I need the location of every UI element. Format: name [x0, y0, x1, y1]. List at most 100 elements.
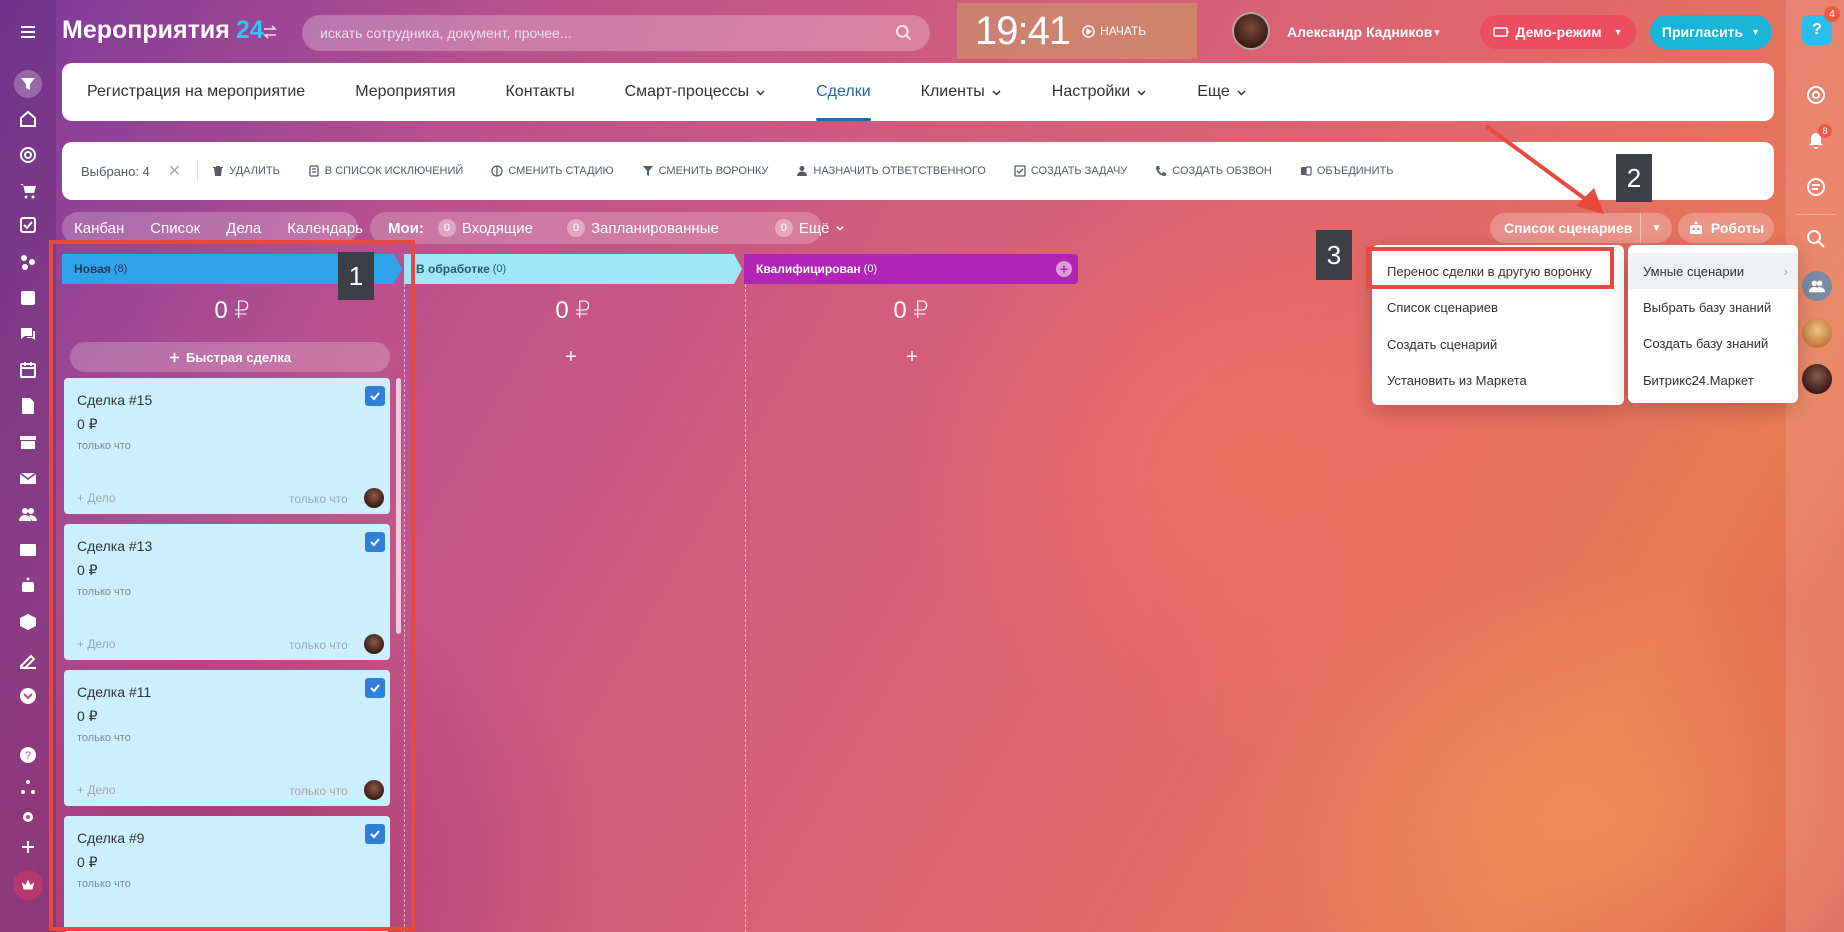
add-deal-plus-icon[interactable]: +: [897, 346, 927, 369]
robot-icon[interactable]: [16, 574, 40, 598]
menu-icon[interactable]: [16, 20, 40, 44]
home-icon[interactable]: [16, 107, 40, 131]
user-avatar[interactable]: [1232, 12, 1270, 50]
caret-down-icon: ▼: [1613, 27, 1623, 37]
action-label: СОЗДАТЬ ЗАДАЧУ: [1030, 165, 1128, 177]
users-icon[interactable]: [16, 502, 40, 526]
swap-icon[interactable]: [262, 24, 278, 40]
chat-icon[interactable]: [16, 322, 40, 346]
target-icon[interactable]: [16, 143, 40, 167]
tab-smart-processes[interactable]: Смарт-процессы: [625, 63, 767, 121]
exclusion-list-button[interactable]: В СПИСОК ИСКЛЮЧЕНИЙ: [308, 165, 463, 177]
add-icon[interactable]: [16, 835, 40, 859]
tab-label: Смарт-процессы: [624, 83, 750, 100]
counter-planned[interactable]: 0 Запланированные: [567, 219, 719, 237]
create-task-button[interactable]: СОЗДАТЬ ЗАДАЧУ: [1014, 165, 1127, 177]
scenarios-label[interactable]: Список сценариев: [1490, 220, 1640, 236]
work-day-clock[interactable]: 19:41 НАЧАТЬ: [957, 3, 1197, 59]
change-pipeline-button[interactable]: СМЕНИТЬ ВОРОНКУ: [642, 165, 769, 177]
annotation-badge-3: 3: [1316, 230, 1352, 280]
contact-avatar-2[interactable]: [1802, 364, 1832, 394]
action-label: СМЕНИТЬ ВОРОНКУ: [658, 165, 769, 177]
view-kanban[interactable]: Канбан: [74, 220, 124, 237]
menu-item-scenarios-list[interactable]: Список сценариев: [1372, 289, 1624, 325]
messages-icon[interactable]: [1805, 176, 1827, 198]
document-icon[interactable]: [16, 394, 40, 418]
contact-avatar-1[interactable]: [1802, 318, 1832, 348]
store-icon[interactable]: [16, 430, 40, 454]
add-deal-plus-icon[interactable]: +: [556, 346, 586, 369]
network-icon[interactable]: [16, 775, 40, 799]
robots-button[interactable]: Роботы: [1678, 213, 1774, 243]
more-down-icon[interactable]: [16, 684, 40, 708]
tasks-icon[interactable]: [16, 213, 40, 237]
tab-clients[interactable]: Клиенты: [921, 63, 1002, 121]
battery-icon: [1493, 27, 1510, 37]
view-activities[interactable]: Дела: [226, 220, 261, 237]
app-title-number: 24: [235, 16, 264, 44]
crown-icon[interactable]: [13, 870, 43, 900]
column-header-qualified[interactable]: Квалифицирован (0) +: [744, 254, 1078, 284]
change-stage-button[interactable]: СМЕНИТЬ СТАДИЮ: [491, 165, 614, 177]
search-bar[interactable]: [302, 15, 930, 51]
action-label: ОБЪЕДИНИТЬ: [1316, 165, 1394, 177]
counter-incoming[interactable]: 0 Входящие: [437, 219, 533, 237]
search-input[interactable]: [320, 25, 895, 41]
menu-item-create-knowledge-base[interactable]: Создать базу знаний: [1628, 325, 1798, 361]
divider: [197, 160, 199, 182]
contact-card-icon[interactable]: [16, 538, 40, 562]
selected-count: Выбрано: 4: [81, 163, 150, 179]
close-icon[interactable]: ✕: [168, 161, 181, 181]
crm-icon[interactable]: [16, 250, 40, 274]
group-chat-avatar[interactable]: [1802, 271, 1832, 301]
search-icon[interactable]: [1805, 228, 1827, 250]
menu-item-smart-scenarios[interactable]: Умные сценарии ›: [1628, 253, 1798, 289]
box-icon[interactable]: [16, 610, 40, 634]
chevron-down-icon: [1137, 89, 1146, 96]
menu-item-bitrix-market[interactable]: Битрикс24.Маркет: [1628, 362, 1798, 398]
calendar-icon[interactable]: [16, 358, 40, 382]
caret-down-icon[interactable]: ▼: [1432, 28, 1442, 39]
tab-event-registration[interactable]: Регистрация на мероприятие: [87, 63, 305, 121]
funnel-icon: [642, 166, 653, 176]
column-header-processing[interactable]: В обработке (0): [404, 254, 742, 284]
demo-mode-button[interactable]: Демо-режим ▼: [1480, 15, 1636, 49]
menu-item-label: Выбрать базу знаний: [1643, 299, 1772, 315]
counter-badge: 0: [774, 219, 793, 237]
copilot-icon[interactable]: [1805, 84, 1827, 106]
assign-responsible-button[interactable]: НАЗНАЧИТЬ ОТВЕТСТВЕННОГО: [796, 165, 986, 177]
chevron-down-icon: [1237, 89, 1246, 96]
tab-contacts[interactable]: Контакты: [505, 63, 574, 121]
app-title[interactable]: Мероприятия 24: [62, 16, 264, 45]
start-day-button[interactable]: НАЧАТЬ: [1082, 24, 1146, 38]
settings-icon[interactable]: [16, 805, 40, 829]
menu-item-install-market[interactable]: Установить из Маркета: [1372, 362, 1624, 398]
help-icon[interactable]: ?: [16, 743, 40, 767]
create-call-list-button[interactable]: СОЗДАТЬ ОБЗВОН: [1155, 165, 1272, 177]
scenarios-dropdown-caret[interactable]: ▼: [1640, 213, 1672, 243]
menu-item-choose-knowledge-base[interactable]: Выбрать базу знаний: [1628, 289, 1798, 325]
counter-more[interactable]: 0 Ещё: [774, 219, 845, 237]
cart-icon[interactable]: [16, 179, 40, 203]
add-stage-icon[interactable]: +: [1056, 261, 1072, 277]
invite-button[interactable]: Пригласить ▼: [1650, 15, 1772, 49]
mail-icon[interactable]: [16, 466, 40, 490]
tab-more[interactable]: Еще: [1197, 63, 1247, 121]
merge-button[interactable]: ОБЪЕДИНИТЬ: [1300, 165, 1394, 177]
drive-icon[interactable]: [16, 286, 40, 310]
column-sum: 0 ₽: [555, 297, 591, 324]
view-list[interactable]: Список: [150, 220, 200, 237]
tab-events[interactable]: Мероприятия: [355, 63, 455, 121]
sign-icon[interactable]: [16, 648, 40, 672]
tab-deals[interactable]: Сделки: [816, 63, 871, 121]
user-name[interactable]: Александр Кадников: [1287, 24, 1432, 40]
search-icon[interactable]: [895, 24, 912, 42]
delete-button[interactable]: УДАЛИТЬ: [212, 165, 280, 177]
tab-settings[interactable]: Настройки: [1052, 63, 1147, 121]
menu-item-create-scenario[interactable]: Создать сценарий: [1372, 326, 1624, 362]
stage-icon: [491, 165, 503, 177]
menu-item-label: Создать сценарий: [1387, 336, 1498, 352]
chevron-down-icon: [756, 89, 765, 96]
view-calendar[interactable]: Календарь: [287, 220, 363, 237]
filter-icon[interactable]: [14, 70, 42, 98]
